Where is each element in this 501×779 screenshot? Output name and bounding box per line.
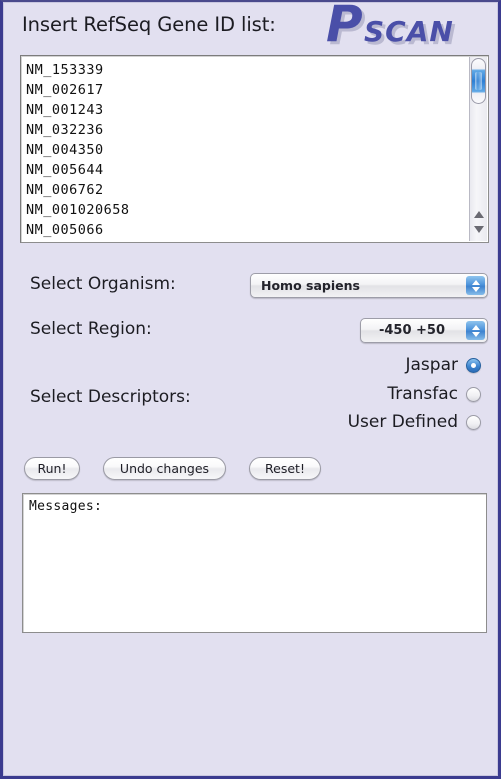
triangle-down-icon <box>473 225 484 233</box>
region-select-stepper-icon[interactable] <box>466 321 485 340</box>
organism-select-stepper-icon[interactable] <box>466 276 485 295</box>
triangle-up-icon <box>473 210 484 218</box>
descriptor-option-transfac-label: Transfac <box>387 384 458 404</box>
gene-list-scrollbar[interactable] <box>469 57 487 241</box>
region-select-value: -450 +50 <box>378 323 446 338</box>
application-window: Insert RefSeq Gene ID list: P P SCAN SCA… <box>0 0 501 779</box>
svg-text:P: P <box>326 4 363 50</box>
gene-id-list-value: NM_153339 NM_002617 NM_001243 NM_032236 … <box>26 62 130 238</box>
scrollbar-thumb[interactable] <box>471 58 486 104</box>
region-select[interactable]: -450 +50 <box>360 318 488 343</box>
scroll-up-arrow-icon[interactable] <box>472 208 485 220</box>
descriptor-option-jaspar[interactable]: Jaspar <box>405 355 481 375</box>
descriptors-label: Select Descriptors: <box>30 387 191 407</box>
reset-button[interactable]: Reset! <box>249 457 321 480</box>
pscan-logo: P P SCAN SCAN <box>321 4 481 50</box>
messages-value: Messages: <box>29 499 103 514</box>
window-inner-panel: Insert RefSeq Gene ID list: P P SCAN SCA… <box>3 2 498 776</box>
organism-select-value: Homo sapiens <box>261 278 360 293</box>
descriptor-option-jaspar-label: Jaspar <box>405 355 459 375</box>
chevron-down-icon <box>471 286 480 292</box>
organism-select[interactable]: Homo sapiens <box>250 273 488 298</box>
undo-changes-button[interactable]: Undo changes <box>103 457 226 480</box>
scroll-down-arrow-icon[interactable] <box>472 223 485 235</box>
descriptor-option-transfac[interactable]: Transfac <box>387 384 481 404</box>
descriptor-option-user-defined[interactable]: User Defined <box>348 412 481 432</box>
radio-button-transfac[interactable] <box>466 386 481 402</box>
messages-textarea[interactable]: Messages: <box>22 493 487 633</box>
organism-label: Select Organism: <box>30 274 176 294</box>
radio-button-user-defined[interactable] <box>466 414 481 430</box>
radio-button-jaspar[interactable] <box>466 357 481 373</box>
page-title: Insert RefSeq Gene ID list: <box>22 13 276 36</box>
chevron-down-icon <box>471 331 480 337</box>
run-button[interactable]: Run! <box>24 457 80 480</box>
descriptor-option-user-defined-label: User Defined <box>347 412 458 432</box>
svg-text:SCAN: SCAN <box>364 15 454 48</box>
gene-id-list-textarea[interactable]: NM_153339 NM_002617 NM_001243 NM_032236 … <box>20 55 489 243</box>
header: Insert RefSeq Gene ID list: P P SCAN SCA… <box>4 3 497 50</box>
chevron-up-icon <box>471 279 480 285</box>
chevron-up-icon <box>471 324 480 330</box>
region-label: Select Region: <box>30 319 152 339</box>
